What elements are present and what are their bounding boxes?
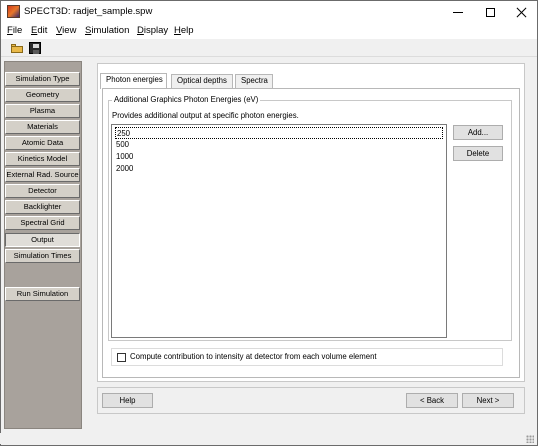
- toolbar: [1, 39, 537, 57]
- sidebar-item-plasma[interactable]: Plasma: [5, 104, 80, 118]
- sidebar-item-backlighter[interactable]: Backlighter: [5, 200, 80, 214]
- minimize-button[interactable]: [442, 1, 474, 23]
- status-bar: [0, 433, 536, 444]
- floppy-disk-icon: [29, 42, 41, 54]
- menu-edit[interactable]: Edit: [31, 25, 47, 36]
- title-bar: SPECT3D: radjet_sample.spw: [1, 1, 537, 23]
- menu-bar: File Edit View Simulation Display Help: [1, 23, 537, 39]
- sidebar-item-atomic-data[interactable]: Atomic Data: [5, 136, 80, 150]
- sidebar-item-spectral-grid[interactable]: Spectral Grid: [5, 216, 80, 230]
- list-item[interactable]: 500: [115, 139, 443, 151]
- open-button[interactable]: [10, 41, 24, 55]
- group-title: Additional Graphics Photon Energies (eV): [112, 95, 261, 104]
- sidebar-item-kinetics-model[interactable]: Kinetics Model: [5, 152, 80, 166]
- sidebar-item-simulation-type[interactable]: Simulation Type: [5, 72, 80, 86]
- add-button[interactable]: Add...: [453, 125, 503, 140]
- save-button[interactable]: [28, 41, 42, 55]
- group-description: Provides additional output at specific p…: [112, 111, 299, 120]
- menu-display[interactable]: Display: [137, 25, 168, 36]
- menu-help[interactable]: Help: [174, 25, 194, 36]
- close-button[interactable]: [505, 1, 537, 23]
- delete-button[interactable]: Delete: [453, 146, 503, 161]
- tab-spectra[interactable]: Spectra: [235, 74, 273, 88]
- tab-optical-depths[interactable]: Optical depths: [171, 74, 233, 88]
- list-item[interactable]: 250: [115, 127, 443, 139]
- bottom-bar: [97, 387, 525, 414]
- sidebar-item-output[interactable]: Output: [5, 233, 80, 247]
- sidebar-item-external-rad-source[interactable]: External Rad. Source: [5, 168, 80, 182]
- volume-contribution-label: Compute contribution to intensity at det…: [130, 352, 377, 361]
- resize-grip-icon[interactable]: [526, 435, 534, 443]
- next-button[interactable]: Next >: [462, 393, 514, 408]
- window-title: SPECT3D: radjet_sample.spw: [24, 6, 153, 17]
- close-icon: [516, 7, 527, 18]
- back-button[interactable]: < Back: [406, 393, 458, 408]
- menu-file[interactable]: File: [7, 25, 22, 36]
- sidebar-item-materials[interactable]: Materials: [5, 120, 80, 134]
- menu-simulation[interactable]: Simulation: [85, 25, 129, 36]
- list-item[interactable]: 2000: [115, 163, 443, 175]
- volume-contribution-row: Compute contribution to intensity at det…: [111, 348, 503, 366]
- tab-photon-energies[interactable]: Photon energies: [100, 73, 167, 89]
- app-logo-icon: [7, 5, 20, 18]
- sidebar-item-simulation-times[interactable]: Simulation Times: [5, 249, 80, 263]
- list-item[interactable]: 1000: [115, 151, 443, 163]
- minimize-icon: [453, 11, 463, 13]
- sidebar-item-geometry[interactable]: Geometry: [5, 88, 80, 102]
- sidebar-item-detector[interactable]: Detector: [5, 184, 80, 198]
- help-button[interactable]: Help: [102, 393, 153, 408]
- menu-view[interactable]: View: [56, 25, 76, 36]
- maximize-button[interactable]: [474, 1, 506, 23]
- maximize-icon: [485, 7, 495, 17]
- volume-contribution-checkbox[interactable]: [117, 353, 126, 362]
- energy-list[interactable]: 250 500 1000 2000: [111, 124, 447, 338]
- run-simulation-button[interactable]: Run Simulation: [5, 287, 80, 301]
